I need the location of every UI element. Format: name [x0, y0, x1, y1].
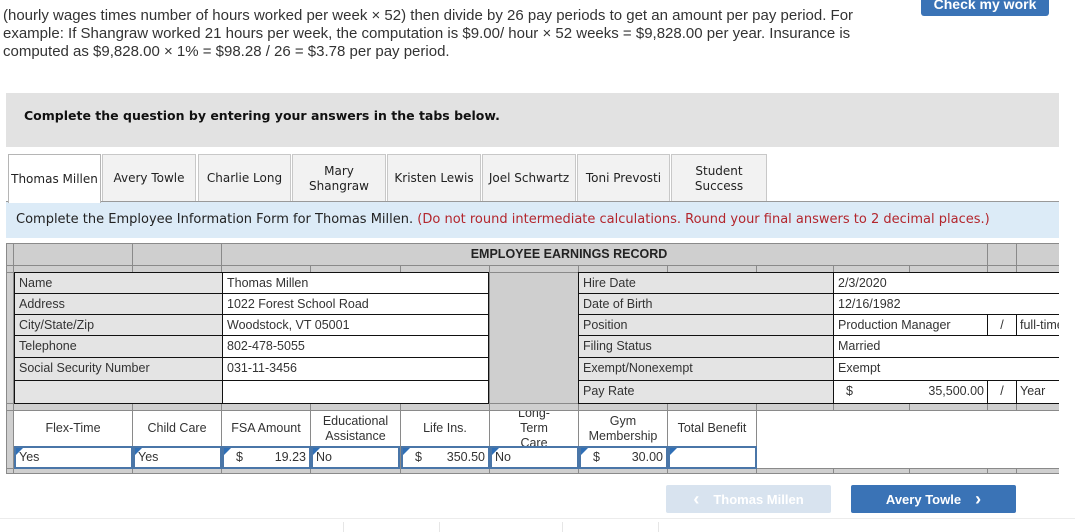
gym-membership-input[interactable]: $ 30.00 [579, 446, 668, 469]
label-telephone: Telephone [14, 335, 223, 358]
pay-rate-amount: 35,500.00 [928, 384, 984, 398]
header-gym-membership: Gym Membership [579, 411, 667, 446]
flex-time-input[interactable]: Yes [14, 446, 133, 469]
value-name: Thomas Millen [222, 272, 489, 294]
record-title: EMPLOYEE EARNINGS RECORD [222, 244, 916, 265]
footer-divider [0, 518, 1075, 519]
tab-label: Avery Towle [113, 171, 185, 185]
child-care-input[interactable]: Yes [133, 446, 222, 469]
header-life-insurance: Life Ins. [401, 411, 489, 446]
tab-charlie-long[interactable]: Charlie Long [198, 154, 291, 202]
label-blank [14, 380, 223, 404]
footer-divider-tick [439, 522, 440, 532]
label-position: Position [578, 314, 834, 336]
next-tab-button[interactable]: Avery Towle › [851, 485, 1016, 513]
position-separator: / [987, 314, 1017, 336]
currency-symbol: $ [593, 450, 600, 464]
label-address: Address [14, 293, 223, 315]
intro-line-1: (hourly wages times number of hours work… [3, 7, 854, 24]
tab-mary-shangraw[interactable]: Mary Shangraw [292, 154, 386, 202]
form-instruction: Complete the Employee Information Form f… [16, 212, 990, 227]
tab-thomas-millen[interactable]: Thomas Millen [8, 154, 101, 203]
label-date-of-birth: Date of Birth [578, 293, 834, 315]
value-hire-date: 2/3/2020 [833, 272, 1059, 294]
total-benefit-input[interactable] [668, 446, 757, 469]
footer-divider-tick [658, 522, 659, 532]
value-blank [222, 380, 489, 404]
value-employment-type: full-time [1016, 314, 1059, 336]
value-pay-period: Year [1016, 380, 1059, 404]
label-city-state-zip: City/State/Zip [14, 314, 223, 336]
value-filing-status: Married [833, 335, 1059, 358]
value-city-state-zip: Woodstock, VT 05001 [222, 314, 489, 336]
gym-membership-value: 30.00 [631, 450, 663, 464]
life-insurance-input[interactable]: $ 350.50 [401, 446, 490, 469]
long-term-care-input[interactable]: No [490, 446, 579, 469]
header-flex-time: Flex-Time [14, 411, 132, 446]
value-position: Production Manager [833, 314, 988, 336]
tab-joel-schwartz[interactable]: Joel Schwartz [482, 154, 576, 202]
footer-divider-tick [562, 522, 563, 532]
tab-label: Toni Prevosti [585, 171, 662, 185]
tab-label: Charlie Long [206, 171, 283, 185]
value-ssn: 031-11-3456 [222, 357, 489, 381]
label-filing-status: Filing Status [578, 335, 834, 358]
value-exempt-status: Exempt [833, 357, 1059, 381]
currency-symbol: $ [236, 450, 243, 464]
life-insurance-value: 350.50 [446, 450, 485, 464]
tab-label: Joel Schwartz [488, 171, 570, 185]
chevron-left-icon: ‹ [693, 488, 700, 509]
employee-earnings-record: EMPLOYEE EARNINGS RECORD Name Thomas Mil… [6, 243, 1059, 474]
value-pay-rate: $ 35,500.00 [833, 380, 988, 404]
header-total-benefit: Total Benefit [668, 411, 756, 446]
fsa-amount-value: 19.23 [274, 450, 306, 464]
value-address: 1022 Forest School Road [222, 293, 489, 315]
header-long-term-care: Long-Term Care [490, 411, 578, 446]
currency-symbol: $ [846, 384, 853, 398]
value-telephone: 802-478-5055 [222, 335, 489, 358]
rounding-note: (Do not round intermediate calculations.… [417, 212, 990, 227]
instruction-text: Complete the question by entering your a… [24, 108, 500, 123]
label-exempt-status: Exempt/Nonexempt [578, 357, 834, 381]
intro-line-2: example: If Shangraw worked 21 hours per… [3, 25, 851, 42]
previous-tab-button[interactable]: ‹ Thomas Millen [666, 485, 831, 513]
chevron-right-icon: › [975, 488, 982, 509]
tab-label: Mary Shangraw [309, 163, 369, 193]
currency-symbol: $ [415, 450, 422, 464]
form-instruction-text: Complete the Employee Information Form f… [16, 212, 414, 227]
header-fsa-amount: FSA Amount [222, 411, 310, 446]
tab-avery-towle[interactable]: Avery Towle [102, 154, 196, 202]
previous-tab-label: Thomas Millen [713, 491, 804, 507]
tab-label: Kristen Lewis [394, 171, 474, 185]
label-pay-rate: Pay Rate [578, 380, 834, 404]
pay-rate-separator: / [987, 380, 1017, 404]
problem-intro-text: (hourly wages times number of hours work… [3, 7, 903, 61]
header-child-care: Child Care [133, 411, 221, 446]
footer-divider-tick [343, 522, 344, 532]
label-name: Name [14, 272, 223, 294]
educational-assistance-input[interactable]: No [311, 446, 400, 469]
intro-line-3: computed as $9,828.00 × 1% = $98.28 / 26… [3, 43, 450, 60]
tab-toni-prevosti[interactable]: Toni Prevosti [577, 154, 670, 202]
header-educational-assistance: Educational Assistance [311, 411, 400, 446]
check-my-work-button[interactable]: Check my work [921, 0, 1049, 16]
empty-region [757, 411, 1059, 468]
label-ssn: Social Security Number [14, 357, 223, 381]
next-tab-label: Avery Towle [885, 491, 962, 507]
tab-label: Student Success [694, 163, 744, 193]
tab-label: Thomas Millen [11, 171, 98, 186]
tab-student-success[interactable]: Student Success [671, 154, 767, 202]
fsa-amount-input[interactable]: $ 19.23 [222, 446, 311, 469]
value-date-of-birth: 12/16/1982 [833, 293, 1059, 315]
tab-kristen-lewis[interactable]: Kristen Lewis [387, 154, 481, 202]
label-hire-date: Hire Date [578, 272, 834, 294]
